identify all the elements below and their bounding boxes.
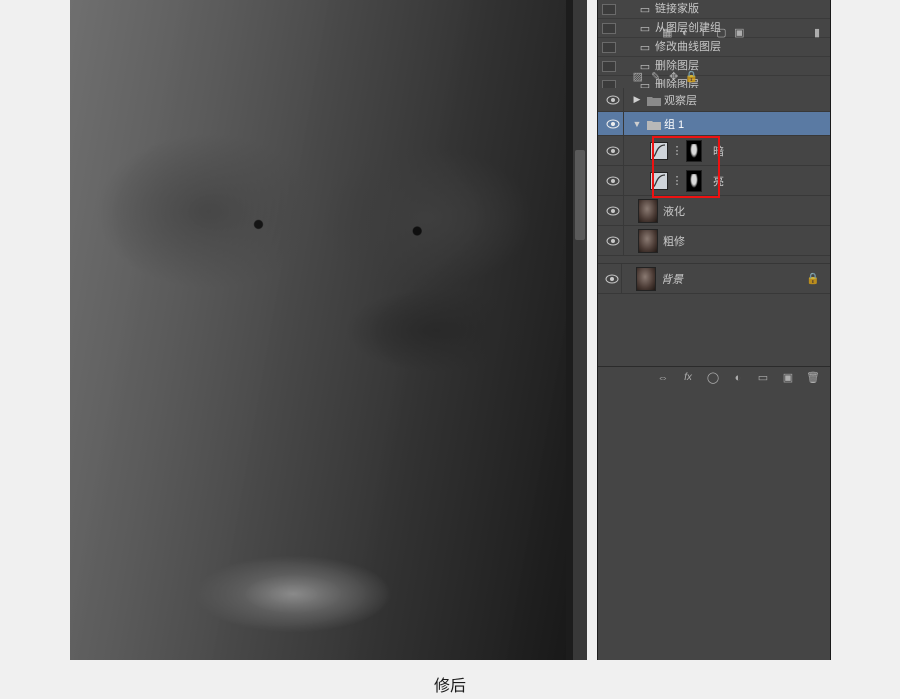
- layer-name: 暗: [713, 143, 724, 159]
- eye-icon: [606, 176, 620, 186]
- visibility-toggle[interactable]: [602, 166, 624, 195]
- curves-adjustment-icon: [650, 172, 668, 190]
- group-icon[interactable]: ▭: [756, 371, 770, 385]
- layer-mask-thumbnail[interactable]: [686, 140, 702, 162]
- history-label: 修改曲线图层: [655, 41, 721, 53]
- panel-edge: [830, 0, 831, 660]
- scrollbar-thumb[interactable]: [575, 150, 585, 240]
- lock-icon: 🔒: [806, 272, 820, 285]
- layer-divider: [598, 256, 830, 264]
- history-item[interactable]: ▭ 修改曲线图层: [598, 38, 830, 57]
- layers-footer-toolbar: ⇔ fx ◯ ◐ ▭ ▣ 🗑: [598, 366, 830, 388]
- filter-shape-icon[interactable]: ▢: [714, 26, 728, 40]
- layer-name: 组 1: [664, 116, 684, 132]
- layer-row-light[interactable]: ⋮ 亮: [598, 166, 830, 196]
- layers-list: ▶ 观察层 ▼ 组 1: [598, 88, 830, 366]
- folder-open-icon: [647, 119, 659, 129]
- visibility-toggle[interactable]: [602, 136, 624, 165]
- visibility-toggle[interactable]: [602, 226, 624, 255]
- layer-row-rough[interactable]: 粗修: [598, 226, 830, 256]
- eye-icon: [606, 236, 620, 246]
- document-canvas[interactable]: [70, 0, 573, 660]
- folder-icon: [647, 95, 659, 105]
- layer-thumbnail[interactable]: [636, 267, 656, 291]
- visibility-toggle[interactable]: [602, 264, 622, 293]
- layer-name: 亮: [713, 173, 724, 189]
- filter-toggle-icon[interactable]: ▮: [810, 26, 824, 40]
- canvas-vertical-scrollbar[interactable]: [573, 0, 587, 660]
- disclosure-open-icon[interactable]: ▼: [632, 119, 642, 129]
- layer-name: 观察层: [664, 92, 697, 108]
- layers-empty-area: [598, 294, 830, 366]
- filter-adjust-icon[interactable]: ◐: [678, 26, 692, 40]
- history-snapshot-icon: [602, 4, 616, 15]
- eye-icon: [605, 274, 619, 284]
- trash-icon[interactable]: 🗑: [806, 371, 820, 385]
- layer-thumbnail[interactable]: [638, 199, 658, 223]
- history-step-icon: ▭: [638, 22, 652, 34]
- canvas-image: [70, 0, 566, 660]
- visibility-toggle[interactable]: [602, 196, 624, 225]
- canvas-gutter: [566, 0, 573, 660]
- mask-link-icon[interactable]: ⋮: [673, 174, 681, 187]
- history-snapshot-icon: [602, 42, 616, 53]
- layer-mask-thumbnail[interactable]: [686, 170, 702, 192]
- curves-adjustment-icon: [650, 142, 668, 160]
- history-label: 链接家版: [655, 3, 699, 15]
- new-layer-icon[interactable]: ▣: [781, 371, 795, 385]
- eye-icon: [606, 146, 620, 156]
- layer-row-group1[interactable]: ▼ 组 1: [598, 112, 830, 136]
- history-item[interactable]: ▭ 链接家版: [598, 0, 830, 19]
- history-snapshot-icon: [602, 23, 616, 34]
- layer-row-dark[interactable]: ⋮ 暗: [598, 136, 830, 166]
- fx-icon[interactable]: fx: [681, 371, 695, 385]
- lock-transparent-icon[interactable]: ▨: [631, 70, 645, 84]
- layer-name: 液化: [663, 203, 685, 219]
- mask-link-icon[interactable]: ⋮: [673, 144, 681, 157]
- eye-icon: [606, 95, 620, 105]
- filter-pixel-icon[interactable]: ▦: [660, 26, 674, 40]
- visibility-toggle[interactable]: [602, 88, 624, 111]
- filter-type-icon[interactable]: T: [696, 26, 710, 40]
- lock-brush-icon[interactable]: ✎: [649, 70, 663, 84]
- layer-name: 粗修: [663, 233, 685, 249]
- visibility-toggle[interactable]: [602, 112, 624, 135]
- link-layers-icon[interactable]: ⇔: [656, 371, 670, 385]
- image-caption: 修后: [0, 672, 900, 696]
- disclosure-closed-icon[interactable]: ▶: [632, 94, 642, 105]
- layer-row-liquify[interactable]: 液化: [598, 196, 830, 226]
- history-snapshot-icon: [602, 61, 616, 72]
- layer-name: 背景: [661, 271, 683, 287]
- history-step-icon: ▭: [638, 41, 652, 53]
- layer-row-background[interactable]: 背景 🔒: [598, 264, 830, 294]
- mask-icon[interactable]: ◯: [706, 371, 720, 385]
- lock-all-icon[interactable]: 🔒: [685, 70, 699, 84]
- layer-thumbnail[interactable]: [638, 229, 658, 253]
- layer-row-observe-group[interactable]: ▶ 观察层: [598, 88, 830, 112]
- history-step-icon: ▭: [638, 3, 652, 15]
- filter-smart-icon[interactable]: ▣: [732, 26, 746, 40]
- eye-icon: [606, 119, 620, 129]
- right-panel-column: ▭ 链接家版 ▭ 从图层创建组 ▭ 修改曲线图层 ▭ 删除图层: [597, 0, 830, 660]
- eye-icon: [606, 206, 620, 216]
- lock-position-icon[interactable]: ✥: [667, 70, 681, 84]
- adjustment-icon[interactable]: ◐: [731, 371, 745, 385]
